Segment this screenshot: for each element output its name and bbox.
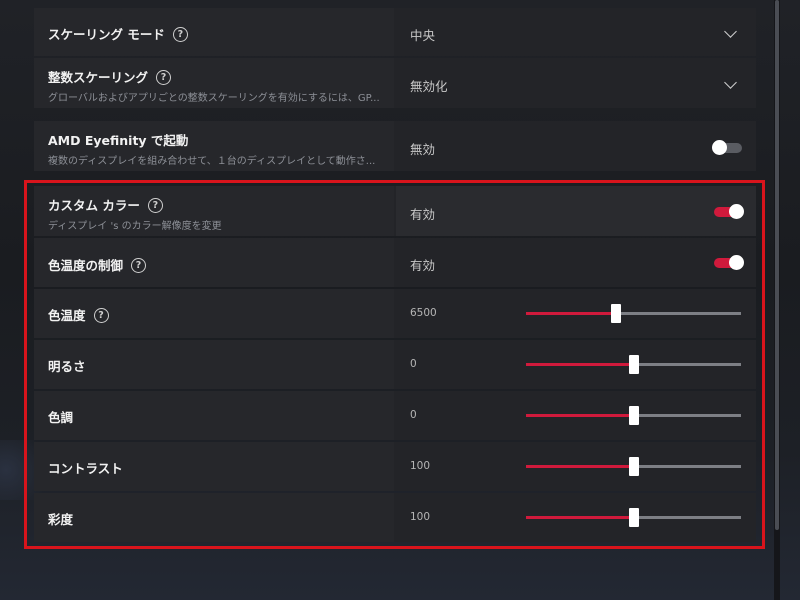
contrast-slider[interactable]: [526, 457, 741, 476]
eyefinity-value: 無効: [410, 142, 436, 157]
slider-thumb[interactable]: [628, 355, 639, 374]
eyefinity-description: 複数のディスプレイを組み合わせて、１台のディスプレイとして動作さ...: [48, 156, 376, 167]
toggle-knob: [712, 140, 727, 155]
eyefinity-label: AMD Eyefinity で起動: [48, 133, 189, 148]
help-circle-icon[interactable]: ?: [131, 258, 147, 273]
color-temperature-label-text: 色温度: [48, 308, 86, 323]
slider-fill: [526, 516, 634, 519]
scaling-mode-label-text: スケーリング モード: [48, 27, 165, 42]
custom-color-label-cell: カスタム カラー? ディスプレイ 's のカラー解像度を変更: [34, 186, 394, 236]
hue-value: 0: [410, 409, 417, 421]
saturation-value: 100: [410, 511, 431, 523]
help-circle-icon[interactable]: ?: [147, 198, 163, 213]
scrollbar-thumb[interactable]: [775, 0, 779, 530]
brightness-value: 0: [410, 358, 417, 370]
custom-color-toggle[interactable]: [714, 204, 744, 219]
custom-color-value: 有効: [410, 207, 436, 222]
scaling-mode-label-cell: スケーリング モード?: [34, 8, 394, 56]
color-temperature-label-cell: 色温度?: [34, 289, 394, 338]
eyefinity-label-cell: AMD Eyefinity で起動 複数のディスプレイを組み合わせて、１台のディ…: [34, 121, 394, 171]
slider-fill: [526, 363, 634, 366]
slider-thumb[interactable]: [628, 406, 639, 425]
color-temp-control-value: 有効: [410, 258, 436, 273]
scaling-mode-dropdown[interactable]: [396, 8, 756, 56]
color-temp-control-toggle[interactable]: [714, 255, 744, 270]
integer-scaling-label-cell: 整数スケーリング? グローバルおよびアプリごとの整数スケーリングを有効にするには…: [34, 58, 394, 108]
integer-scaling-dropdown[interactable]: [396, 58, 756, 108]
help-circle-icon[interactable]: ?: [93, 308, 109, 323]
color-temp-control-row: 色温度の制御? 有効: [34, 238, 756, 287]
contrast-label-cell: コントラスト: [34, 442, 394, 491]
custom-color-label: カスタム カラー?: [48, 195, 163, 214]
brightness-label-cell: 明るさ: [34, 340, 394, 389]
slider-thumb[interactable]: [611, 304, 622, 323]
scaling-mode-value[interactable]: 中央: [410, 25, 435, 44]
slider-fill: [526, 312, 617, 315]
color-temperature-value: 6500: [410, 307, 437, 319]
saturation-row: 彩度 100: [34, 493, 756, 542]
help-circle-icon[interactable]: ?: [172, 27, 188, 42]
color-temp-control-label-text: 色温度の制御: [48, 258, 124, 273]
eyefinity-value-cell: [396, 121, 756, 171]
color-temperature-slider[interactable]: [526, 304, 741, 323]
contrast-label: コントラスト: [48, 461, 123, 476]
color-temperature-row: 色温度? 6500: [34, 289, 756, 338]
saturation-label: 彩度: [48, 512, 74, 527]
toggle-knob: [729, 204, 744, 219]
color-temperature-label: 色温度?: [48, 305, 109, 324]
custom-color-row: カスタム カラー? ディスプレイ 's のカラー解像度を変更 有効: [34, 186, 756, 236]
brightness-label: 明るさ: [48, 359, 86, 374]
brightness-slider[interactable]: [526, 355, 741, 374]
hue-slider[interactable]: [526, 406, 741, 425]
integer-scaling-description: グローバルおよびアプリごとの整数スケーリングを有効にするには、GP...: [48, 93, 380, 104]
scaling-mode-row: スケーリング モード? 中央: [34, 8, 756, 56]
custom-color-label-text: カスタム カラー: [48, 198, 140, 213]
help-circle-icon[interactable]: ?: [156, 70, 172, 85]
hue-row: 色調 0: [34, 391, 756, 440]
eyefinity-row: AMD Eyefinity で起動 複数のディスプレイを組み合わせて、１台のディ…: [34, 121, 756, 171]
scaling-mode-label: スケーリング モード?: [48, 24, 188, 43]
saturation-label-cell: 彩度: [34, 493, 394, 542]
contrast-row: コントラスト 100: [34, 442, 756, 491]
brightness-row: 明るさ 0: [34, 340, 756, 389]
color-temp-control-value-cell: [396, 238, 756, 287]
color-temp-control-label: 色温度の制御?: [48, 255, 147, 274]
toggle-knob: [729, 255, 744, 270]
slider-fill: [526, 414, 634, 417]
integer-scaling-label-text: 整数スケーリング: [48, 70, 149, 85]
saturation-slider[interactable]: [526, 508, 741, 527]
hue-label: 色調: [48, 410, 74, 425]
integer-scaling-value[interactable]: 無効化: [410, 76, 448, 95]
eyefinity-toggle[interactable]: [712, 140, 742, 155]
color-temp-control-label-cell: 色温度の制御?: [34, 238, 394, 287]
hue-label-cell: 色調: [34, 391, 394, 440]
custom-color-value-cell: [396, 186, 756, 236]
integer-scaling-label: 整数スケーリング?: [48, 67, 172, 86]
contrast-value: 100: [410, 460, 431, 472]
slider-fill: [526, 465, 634, 468]
slider-thumb[interactable]: [628, 508, 639, 527]
integer-scaling-row: 整数スケーリング? グローバルおよびアプリごとの整数スケーリングを有効にするには…: [34, 58, 756, 108]
custom-color-description: ディスプレイ 's のカラー解像度を変更: [48, 221, 222, 232]
slider-thumb[interactable]: [628, 457, 639, 476]
